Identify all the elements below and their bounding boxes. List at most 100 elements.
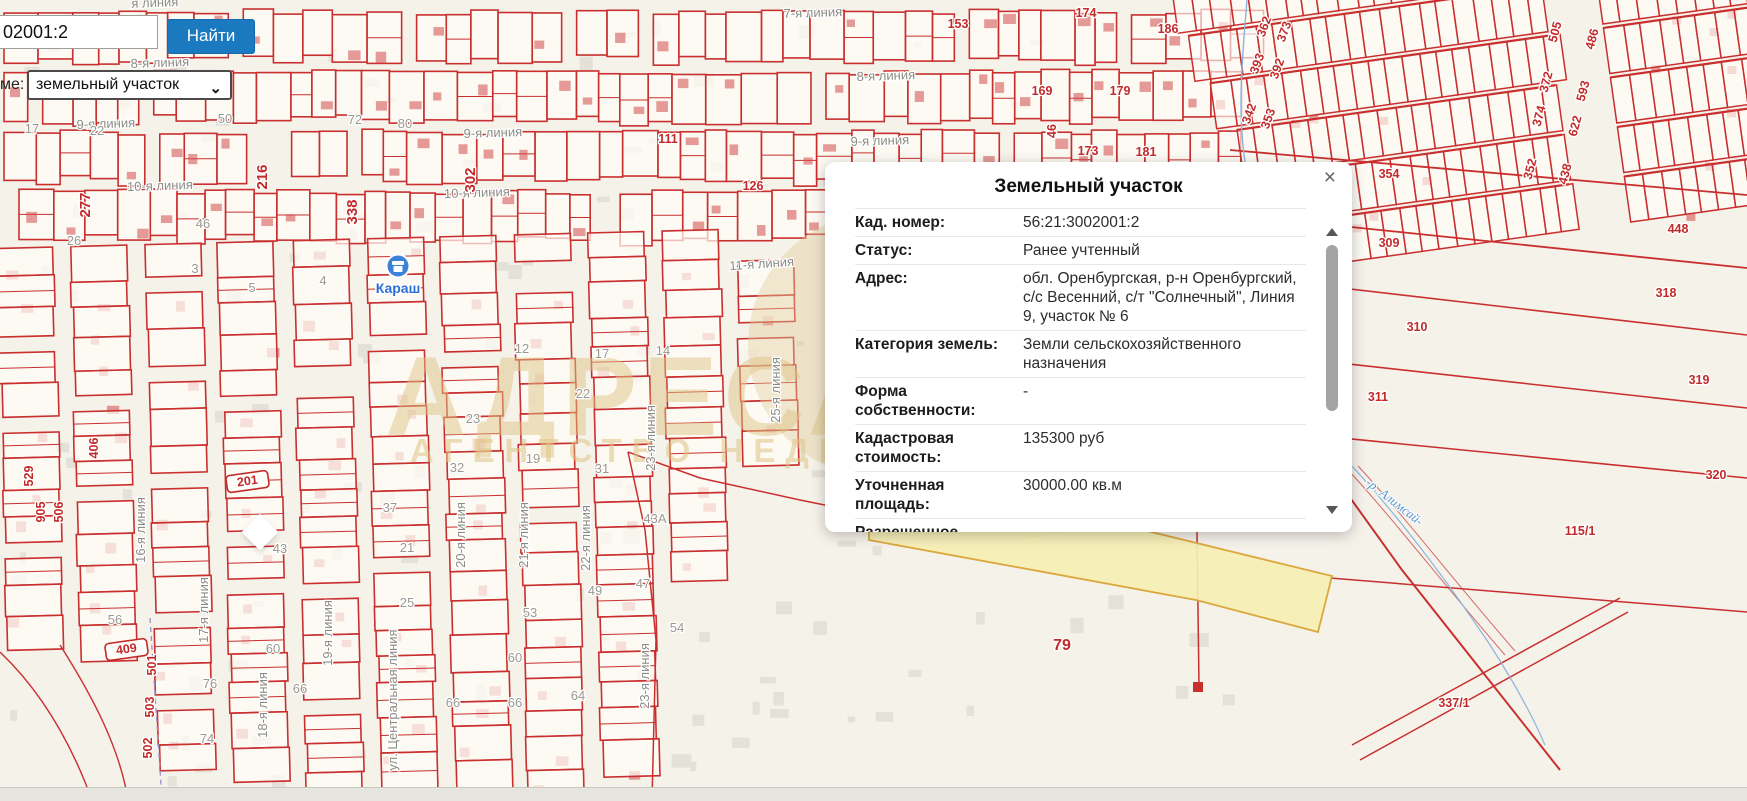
close-icon[interactable]: ×: [1324, 164, 1336, 192]
scroll-down-icon[interactable]: [1326, 506, 1338, 514]
house-number: 3: [191, 261, 198, 276]
scroll-up-icon[interactable]: [1326, 228, 1338, 236]
parcel-number: 79: [1053, 637, 1071, 654]
house-number: 5: [248, 280, 255, 295]
house-number: 22: [90, 123, 104, 138]
popup-field-value: -: [1023, 382, 1306, 420]
house-number: 43: [273, 541, 287, 556]
house-number: 53: [523, 605, 537, 620]
parcel-number: 153: [948, 17, 969, 31]
object-type-label: ме:: [0, 76, 24, 94]
parcel-number: 115/1: [1565, 524, 1596, 538]
scrollbar-thumb[interactable]: [1326, 245, 1338, 411]
object-type-select[interactable]: земельный участок ⌄: [27, 70, 232, 100]
house-number: 64: [571, 688, 585, 703]
popup-field-value: 30000.00 кв.м: [1023, 476, 1306, 514]
parcel-number: 302: [462, 167, 479, 192]
house-number: 14: [656, 343, 670, 358]
street-label: 23-я линия: [637, 643, 652, 709]
popup-field-value: 56:21:3002001:2: [1023, 213, 1306, 232]
parcel-number: 320: [1706, 468, 1727, 482]
popup-scrollbar[interactable]: [1326, 228, 1339, 514]
popup-field-row: Категория земель:Земли сельскохозяйствен…: [855, 331, 1306, 378]
parcel-number: 173: [1078, 144, 1099, 158]
house-number: 17: [595, 346, 609, 361]
house-number: 43А: [643, 511, 666, 526]
parcel-number: 337/1: [1438, 696, 1469, 710]
house-number: 23: [466, 411, 480, 426]
street-label: ул. Центральная линия: [385, 629, 400, 770]
street-label: 8-я линия: [130, 54, 189, 71]
street-label: 17-я линия: [196, 577, 211, 643]
popup-field-row: Кад. номер:56:21:3002001:2: [855, 208, 1306, 237]
popup-field-row: Адрес:обл. Оренбургская, р-н Оренбургски…: [855, 265, 1306, 331]
cadastral-search-input[interactable]: [0, 15, 158, 49]
parcel-number: 529: [22, 466, 36, 487]
house-number: 4: [319, 273, 326, 288]
street-label: 8-я линия: [856, 67, 915, 84]
house-number: 66: [508, 695, 522, 710]
house-number: 31: [595, 461, 609, 476]
popup-field-label: Адрес:: [855, 269, 1023, 326]
search-button[interactable]: Найти: [167, 19, 255, 54]
house-number: 76: [203, 676, 217, 691]
parcel-number: 46: [1045, 124, 1059, 138]
object-type-selected: земельный участок: [36, 76, 179, 93]
street-label: 9-я линия: [463, 124, 522, 141]
house-number: 66: [293, 681, 307, 696]
house-number: 17: [25, 121, 39, 136]
parcel-number: 338: [344, 199, 361, 224]
popup-field-row: Кадастровая стоимость:135300 руб: [855, 425, 1306, 472]
parcel-number: 309: [1379, 236, 1400, 250]
cadastral-map-app: { "search": { "value": "02001:2", "butto…: [0, 0, 1747, 800]
popup-field-label: Разрешенное: [855, 523, 1023, 532]
parcel-number: 216: [254, 164, 271, 189]
parcel-info-popup: × Земельный участок Кад. номер:56:21:300…: [825, 162, 1352, 532]
popup-field-row: Статус:Ранее учтенный: [855, 237, 1306, 265]
street-label: 9-я линия: [850, 132, 909, 149]
parcel-number: 354: [1379, 167, 1400, 181]
parcel-number: 905: [34, 502, 48, 523]
parcel-number: 502: [141, 738, 155, 759]
parcel-number: 503: [143, 697, 157, 718]
popup-field-label: Кадастровая стоимость:: [855, 429, 1023, 467]
parcel-number: 310: [1407, 320, 1428, 334]
popup-field-label: Форма собственности:: [855, 382, 1023, 420]
house-number: 46: [196, 216, 210, 231]
poi-label: Караш: [376, 280, 421, 296]
house-number: 21: [400, 540, 414, 555]
street-label: 23-я линия: [643, 405, 658, 471]
popup-field-value: [1023, 523, 1306, 532]
parcel-number: 318: [1656, 286, 1677, 300]
street-label: 25-я линия: [768, 357, 783, 423]
popup-field-label: Категория земель:: [855, 335, 1023, 373]
house-number: 12: [515, 341, 529, 356]
street-label: 16-я линия: [133, 497, 148, 563]
parcel-number: 506: [52, 502, 66, 523]
popup-field-value: 135300 руб: [1023, 429, 1306, 467]
popup-field-row: Разрешенное: [855, 519, 1306, 532]
house-number: 47: [636, 576, 650, 591]
parcel-number: 186: [1158, 22, 1179, 36]
street-label: 7-я линия: [783, 4, 842, 21]
parcel-number: 409: [115, 641, 138, 658]
house-number: 25: [400, 595, 414, 610]
street-label: 9-я линия: [76, 115, 135, 132]
popup-field-row: Уточненная площадь:30000.00 кв.м: [855, 472, 1306, 519]
street-label: 18-я линия: [255, 672, 270, 738]
parcel-number: 448: [1668, 222, 1689, 236]
house-number: 54: [670, 620, 684, 635]
parcel-number: 277: [77, 192, 94, 217]
popup-field-value: Земли сельскохозяйственного назначения: [1023, 335, 1306, 373]
house-number: 50: [218, 111, 232, 126]
street-label: 19-я линия: [320, 600, 335, 666]
popup-fields-table: Кад. номер:56:21:3002001:2Статус:Ранее у…: [855, 208, 1306, 532]
parcel-number: 406: [87, 438, 101, 459]
street-label: 22-я линия: [578, 505, 593, 571]
house-number: 22: [576, 386, 590, 401]
street-label: 20-я линия: [453, 502, 468, 568]
popup-field-label: Кад. номер:: [855, 213, 1023, 232]
chevron-down-icon: ⌄: [209, 76, 222, 102]
popup-field-row: Форма собственности:-: [855, 378, 1306, 425]
popup-title: Земельный участок: [855, 176, 1322, 198]
